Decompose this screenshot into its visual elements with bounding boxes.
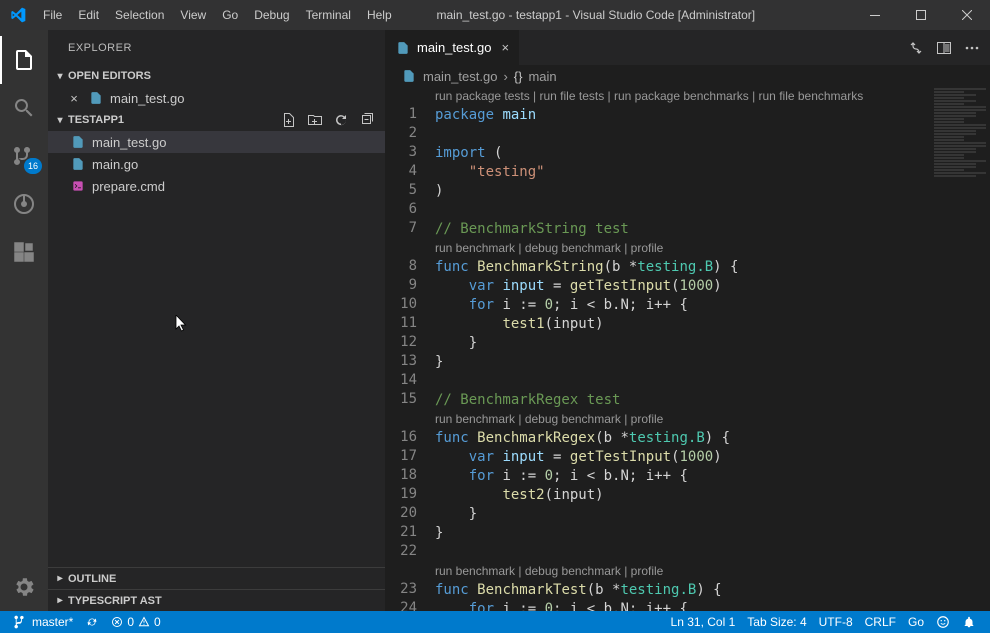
compare-changes-icon[interactable] xyxy=(908,40,924,56)
window-controls xyxy=(852,0,990,30)
status-language[interactable]: Go xyxy=(902,615,930,629)
outline-header[interactable]: ▸ OUTLINE xyxy=(48,567,385,589)
codelens-benchmark[interactable]: run benchmark | debug benchmark | profil… xyxy=(435,564,663,578)
file-name: main.go xyxy=(92,157,138,172)
menu-bar: File Edit Selection View Go Debug Termin… xyxy=(35,0,400,30)
menu-view[interactable]: View xyxy=(172,0,214,30)
status-eol[interactable]: CRLF xyxy=(859,615,902,629)
typescript-ast-header[interactable]: ▸ TYPESCRIPT AST xyxy=(48,589,385,611)
file-tree-item[interactable]: main_test.go xyxy=(48,131,385,153)
go-file-icon xyxy=(395,40,411,56)
open-editors-label: OPEN EDITORS xyxy=(68,70,151,82)
close-icon[interactable]: × xyxy=(66,91,82,106)
go-file-icon xyxy=(401,68,417,84)
menu-debug[interactable]: Debug xyxy=(246,0,297,30)
tab-bar: main_test.go × xyxy=(385,30,990,65)
minimize-button[interactable] xyxy=(852,0,898,30)
split-editor-icon[interactable] xyxy=(936,40,952,56)
typescript-ast-label: TYPESCRIPT AST xyxy=(68,595,162,607)
editor-area: main_test.go × main_test.go › {} main 1 … xyxy=(385,30,990,611)
breadcrumb-file[interactable]: main_test.go xyxy=(423,69,497,84)
activity-settings-icon[interactable] xyxy=(0,563,48,611)
tab-label: main_test.go xyxy=(417,40,491,55)
workspace-header[interactable]: ▾ TESTAPP1 xyxy=(48,109,385,131)
minimap[interactable] xyxy=(930,87,990,611)
workspace-label: TESTAPP1 xyxy=(68,114,124,126)
status-problems[interactable]: 0 0 xyxy=(105,615,166,629)
title-bar: File Edit Selection View Go Debug Termin… xyxy=(0,0,990,30)
file-name: main_test.go xyxy=(92,135,166,150)
chevron-right-icon: › xyxy=(503,69,507,84)
refresh-icon[interactable] xyxy=(333,112,349,128)
maximize-button[interactable] xyxy=(898,0,944,30)
cmd-file-icon xyxy=(70,178,86,194)
menu-file[interactable]: File xyxy=(35,0,70,30)
code-content[interactable]: run package tests | run file tests | run… xyxy=(435,87,990,611)
status-tabsize[interactable]: Tab Size: 4 xyxy=(741,615,812,629)
collapse-all-icon[interactable] xyxy=(359,112,375,128)
go-file-icon xyxy=(70,156,86,172)
status-notifications-icon[interactable] xyxy=(956,615,982,629)
codelens-benchmark[interactable]: run benchmark | debug benchmark | profil… xyxy=(435,412,663,426)
chevron-right-icon: ▸ xyxy=(52,573,68,584)
chevron-down-icon: ▾ xyxy=(52,71,68,82)
status-sync[interactable] xyxy=(79,615,105,629)
activity-explorer-icon[interactable] xyxy=(0,36,48,84)
file-tree-item[interactable]: main.go xyxy=(48,153,385,175)
go-file-icon xyxy=(88,90,104,106)
symbol-namespace-icon: {} xyxy=(514,69,523,84)
status-branch[interactable]: master* xyxy=(8,615,79,629)
status-feedback-icon[interactable] xyxy=(930,615,956,629)
open-editor-filename: main_test.go xyxy=(110,91,184,106)
activity-debug-icon[interactable] xyxy=(0,180,48,228)
close-button[interactable] xyxy=(944,0,990,30)
explorer-title: EXPLORER xyxy=(48,30,385,65)
menu-terminal[interactable]: Terminal xyxy=(298,0,359,30)
status-cursor[interactable]: Ln 31, Col 1 xyxy=(665,615,742,629)
menu-selection[interactable]: Selection xyxy=(107,0,172,30)
codelens-benchmark[interactable]: run benchmark | debug benchmark | profil… xyxy=(435,241,663,255)
scm-badge: 16 xyxy=(24,158,42,174)
file-tree-item[interactable]: prepare.cmd xyxy=(48,175,385,197)
activity-bar: 16 xyxy=(0,30,48,611)
editor-tab[interactable]: main_test.go × xyxy=(385,30,520,65)
explorer-sidebar: EXPLORER ▾ OPEN EDITORS × main_test.go ▾… xyxy=(48,30,385,611)
chevron-down-icon: ▾ xyxy=(52,115,68,126)
menu-edit[interactable]: Edit xyxy=(70,0,107,30)
activity-search-icon[interactable] xyxy=(0,84,48,132)
new-folder-icon[interactable] xyxy=(307,112,323,128)
close-icon[interactable]: × xyxy=(501,40,509,55)
outline-label: OUTLINE xyxy=(68,573,116,585)
breadcrumb[interactable]: main_test.go › {} main xyxy=(385,65,990,87)
status-bar: master* 0 0 Ln 31, Col 1 Tab Size: 4 UTF… xyxy=(0,611,990,633)
status-encoding[interactable]: UTF-8 xyxy=(813,615,859,629)
codelens-file[interactable]: run package tests | run file tests | run… xyxy=(435,89,863,103)
file-name: prepare.cmd xyxy=(92,179,165,194)
activity-extensions-icon[interactable] xyxy=(0,228,48,276)
activity-scm-icon[interactable]: 16 xyxy=(0,132,48,180)
open-editors-header[interactable]: ▾ OPEN EDITORS xyxy=(48,65,385,87)
breadcrumb-symbol[interactable]: main xyxy=(528,69,556,84)
menu-go[interactable]: Go xyxy=(214,0,246,30)
code-editor[interactable]: 1 2 3 4 5 6 7 8 9 10 11 12 13 14 15 16 1… xyxy=(385,87,990,611)
new-file-icon[interactable] xyxy=(281,112,297,128)
line-numbers: 1 2 3 4 5 6 7 8 9 10 11 12 13 14 15 16 1… xyxy=(385,87,435,611)
more-actions-icon[interactable] xyxy=(964,40,980,56)
chevron-right-icon: ▸ xyxy=(52,595,68,606)
window-title: main_test.go - testapp1 - Visual Studio … xyxy=(400,8,852,22)
open-editor-item[interactable]: × main_test.go xyxy=(48,87,385,109)
menu-help[interactable]: Help xyxy=(359,0,400,30)
go-file-icon xyxy=(70,134,86,150)
vscode-logo-icon xyxy=(0,7,35,23)
